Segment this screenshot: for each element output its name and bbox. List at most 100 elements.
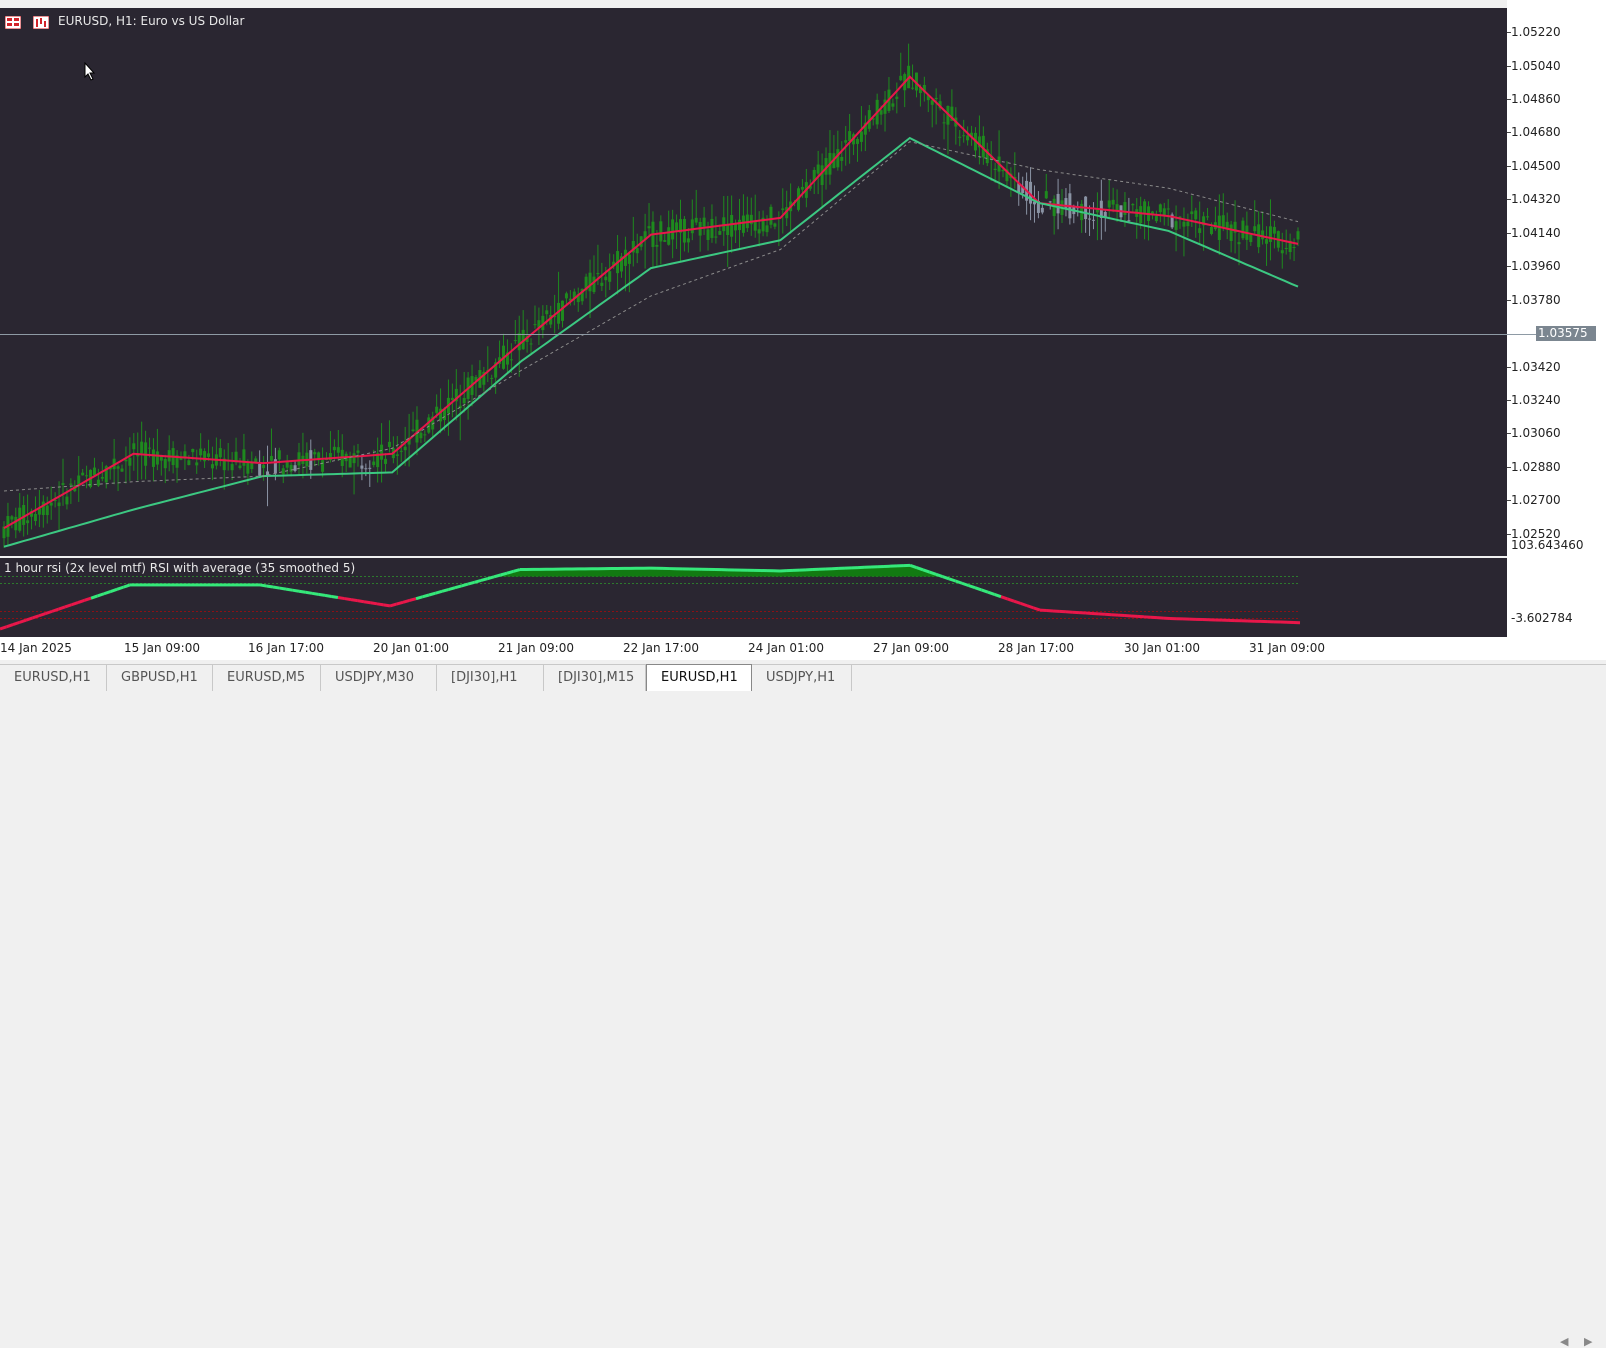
chart-tab[interactable]: EURUSD,H1 [0, 665, 107, 691]
candle-body [1269, 226, 1272, 242]
candle-body [1253, 226, 1256, 231]
candle-body [895, 97, 898, 99]
candle-body [817, 165, 820, 174]
candle-body [246, 463, 249, 474]
chart-tab-bar: EURUSD,H1GBPUSD,H1EURUSD,M5USDJPY,M30[DJ… [0, 664, 1606, 692]
rsi-line-segment [917, 568, 924, 570]
rsi-line-segment [468, 582, 475, 584]
rsi-line-segment [930, 572, 937, 574]
rsi-line-segment [338, 598, 345, 599]
candle-body [1190, 211, 1193, 214]
rsi-line-segment [449, 588, 456, 590]
rsi-line-segment [39, 614, 46, 616]
price-tick-label: 1.04680 [1511, 125, 1561, 139]
candle-body [769, 207, 772, 225]
candle-body [710, 219, 713, 238]
rsi-line-segment [273, 587, 280, 588]
main-price-pane[interactable] [0, 8, 1507, 556]
tab-scroll-right-icon[interactable]: ▶ [1584, 1335, 1592, 1348]
rsi-line-segment [286, 589, 293, 590]
candle-body [754, 221, 757, 231]
chart-tab[interactable]: USDJPY,H1 [752, 665, 852, 691]
indicator-max-label: 103.643460 [1511, 538, 1584, 552]
chart-tab[interactable]: [DJI30],M15 [544, 665, 646, 691]
candle-body [608, 271, 611, 282]
slow-ma-line [4, 138, 1298, 547]
rsi-line-segment [299, 591, 306, 592]
rsi-line-segment [358, 601, 365, 602]
price-chart-canvas[interactable] [0, 8, 1507, 556]
candle-body [191, 449, 194, 452]
candle-body [1281, 250, 1284, 253]
candle-body [742, 216, 745, 233]
rsi-line-segment [1014, 601, 1021, 603]
current-price-line [0, 334, 1536, 335]
rsi-line-segment [442, 590, 449, 592]
rsi-line-segment [481, 579, 488, 581]
tab-scroll-left-icon[interactable]: ◀ [1560, 1335, 1568, 1348]
candle-body [1230, 224, 1233, 241]
rsi-line-segment [280, 588, 287, 589]
candle-body [372, 462, 375, 465]
candle-body [97, 480, 100, 486]
candle-body [628, 254, 631, 263]
candle-body [128, 458, 131, 466]
candle-body [1297, 231, 1300, 239]
chart-type-icon[interactable] [33, 14, 49, 27]
rsi-line-segment [312, 593, 319, 594]
candle-body [337, 447, 340, 453]
candle-body [152, 450, 155, 467]
date-tick-label: 16 Jan 17:00 [248, 641, 324, 655]
candle-body [1261, 230, 1264, 239]
rsi-line-segment [72, 603, 79, 605]
chart-list-icon[interactable] [5, 14, 21, 27]
candle-body [671, 219, 674, 239]
candle-body [42, 502, 45, 515]
candle-body [1159, 204, 1162, 212]
candle-body [353, 453, 356, 463]
candle-body [836, 149, 839, 167]
candle-body [1238, 242, 1241, 244]
rsi-line-segment [507, 571, 514, 573]
candle-body [451, 398, 454, 400]
price-tick-mark [1507, 66, 1511, 67]
chart-tab[interactable]: GBPUSD,H1 [107, 665, 213, 691]
date-tick-label: 24 Jan 01:00 [748, 641, 824, 655]
rsi-line-segment [384, 605, 391, 606]
candle-body [718, 231, 721, 235]
rsi-line-segment [975, 588, 982, 590]
price-tick-mark [1507, 500, 1511, 501]
rsi-line-segment [1021, 603, 1028, 605]
candle-body [93, 468, 96, 476]
candle-body [1112, 200, 1115, 205]
chart-tab[interactable]: [DJI30],H1 [437, 665, 544, 691]
candle-body [396, 454, 399, 456]
candle-body [156, 451, 159, 464]
candle-body [423, 434, 426, 435]
rsi-line-segment [65, 605, 72, 607]
rsi-line-segment [429, 593, 436, 595]
price-tick-label: 1.03060 [1511, 426, 1561, 440]
candle-body [1265, 239, 1268, 244]
candle-body [518, 333, 521, 350]
price-tick-mark [1507, 400, 1511, 401]
chart-tab[interactable]: USDJPY,M30 [321, 665, 437, 691]
chart-window[interactable]: EURUSD, H1: Euro vs US Dollar 1 hour rsi… [0, 0, 1606, 660]
candle-body [856, 139, 859, 144]
candle-body [364, 468, 367, 469]
candle-body [419, 433, 422, 439]
candle-body [490, 378, 493, 379]
candle-body [899, 76, 902, 80]
chart-tab[interactable]: EURUSD,M5 [213, 665, 321, 691]
rsi-line-segment [377, 604, 384, 605]
candle-body [600, 283, 603, 286]
candle-body [199, 449, 202, 456]
candle-body [282, 468, 285, 474]
candle-body [1210, 227, 1213, 234]
candle-body [596, 273, 599, 274]
chart-tab[interactable]: EURUSD,H1 [646, 664, 752, 691]
candle-body [380, 445, 383, 460]
candle-body [848, 131, 851, 141]
rsi-line-segment [46, 611, 53, 613]
rsi-line-segment [949, 579, 956, 581]
